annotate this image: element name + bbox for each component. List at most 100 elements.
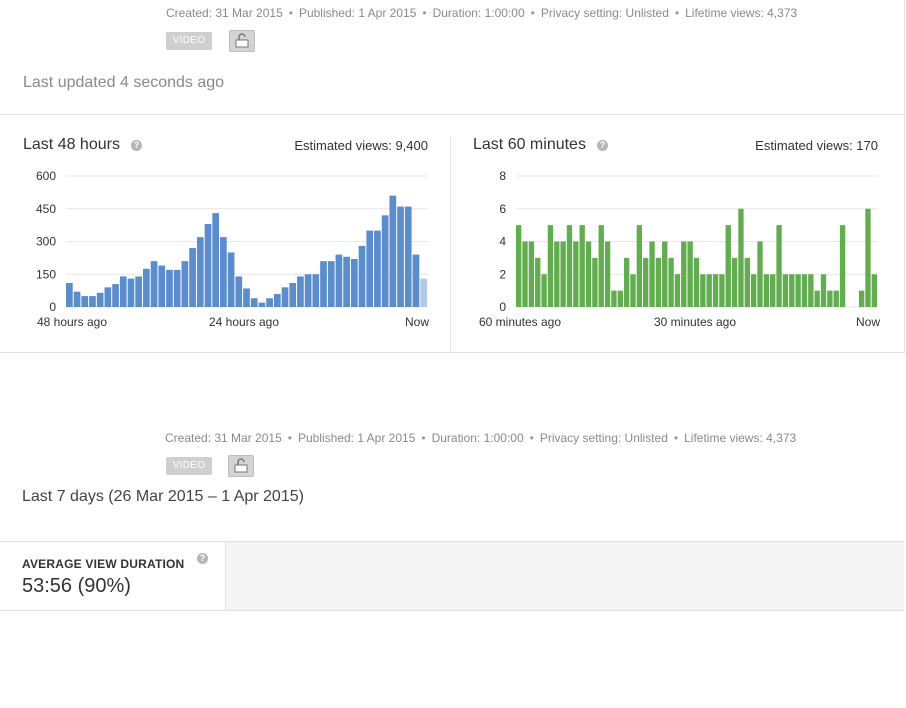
chart-bar[interactable] [630,274,636,307]
chart-bar[interactable] [127,278,135,307]
chart-bar[interactable] [273,293,281,307]
chart-bar[interactable] [579,225,585,307]
chart-bar[interactable] [528,241,535,308]
chart-bar[interactable] [763,274,770,307]
chart-bar[interactable] [687,241,693,308]
chart-bar[interactable] [757,241,763,308]
chart-bar[interactable] [73,291,81,307]
chart-bar[interactable] [865,208,871,307]
chart-bar[interactable] [776,225,782,307]
chart-bar[interactable] [585,241,592,308]
chart-bar[interactable] [320,261,327,307]
chart-bar[interactable] [858,290,865,307]
help-icon[interactable]: ? [197,553,208,564]
chart-bar[interactable] [304,274,312,307]
chart-bar[interactable] [173,269,181,307]
chart-bar[interactable] [744,257,750,307]
metric-card[interactable]: AVERAGE VIEW DURATION ? 53:56 (90%) [0,542,226,610]
chart-bar[interactable] [706,274,712,307]
chart-bar[interactable] [81,296,89,307]
privacy-lock-button[interactable] [229,30,255,52]
chart-bar[interactable] [782,274,789,307]
chart-bar[interactable] [166,269,173,307]
chart-bar[interactable] [181,261,189,307]
chart-bar[interactable] [343,256,350,307]
chart-bar[interactable] [814,290,820,307]
chart-bar[interactable] [522,241,528,308]
chart-bar[interactable] [312,274,320,307]
chart-bar[interactable] [617,290,623,307]
chart-bar[interactable] [420,278,427,307]
chart-bar[interactable] [196,237,204,307]
chart-bar[interactable] [66,282,73,307]
chart-bar[interactable] [350,258,358,307]
chart-bar[interactable] [516,225,522,307]
chart-bar[interactable] [235,276,243,307]
chart-bar[interactable] [119,276,127,307]
chart-bar[interactable] [158,265,166,307]
chart-bar[interactable] [554,241,560,308]
chart-bar[interactable] [297,276,304,307]
chart-bar[interactable] [636,225,643,307]
chart-bar[interactable] [662,241,668,308]
chart-bar[interactable] [750,274,757,307]
chart-bar[interactable] [212,213,220,307]
chart-bar[interactable] [89,296,96,307]
chart-bar[interactable] [227,252,235,307]
privacy-lock-button[interactable] [228,455,254,477]
help-icon[interactable]: ? [131,140,142,151]
chart-bar[interactable] [266,298,273,307]
chart-bar[interactable] [643,257,649,307]
chart-bar[interactable] [808,274,814,307]
chart-bar[interactable] [623,257,630,307]
chart-bar[interactable] [573,241,579,308]
chart-bar[interactable] [250,298,258,307]
chart-bar[interactable] [541,274,547,307]
chart-bar[interactable] [150,261,158,307]
chart-bar[interactable] [700,274,706,307]
chart-bar[interactable] [389,195,397,307]
chart-bar[interactable] [204,224,212,307]
chart-bar[interactable] [96,292,104,307]
chart-bar[interactable] [789,274,795,307]
chart-bar[interactable] [366,230,374,307]
chart-bar[interactable] [381,215,389,307]
chart-bar[interactable] [220,237,227,307]
chart-bar[interactable] [719,274,725,307]
chart-bar[interactable] [674,274,681,307]
chart-bar[interactable] [693,257,700,307]
chart-bar[interactable] [412,254,420,307]
chart-bar[interactable] [335,254,343,307]
chart-bar[interactable] [289,282,297,307]
chart-bar[interactable] [243,288,250,307]
chart-bar[interactable] [604,241,611,308]
chart-bar[interactable] [560,241,566,308]
chart-bar[interactable] [374,230,381,307]
chart-bar[interactable] [397,206,404,307]
chart-bar[interactable] [592,257,598,307]
chart-bar[interactable] [731,257,738,307]
chart-bar[interactable] [281,287,289,307]
chart-bar[interactable] [738,208,744,307]
chart-bar[interactable] [801,274,808,307]
chart-bar[interactable] [839,225,846,307]
chart-bar[interactable] [820,274,827,307]
chart-bar[interactable] [404,206,412,307]
chart-bar[interactable] [258,302,266,307]
help-icon[interactable]: ? [597,140,608,151]
chart-bar[interactable] [649,241,655,308]
chart-bar[interactable] [668,257,674,307]
chart-bar[interactable] [143,268,150,307]
chart-bar[interactable] [833,290,839,307]
chart-bar[interactable] [655,257,662,307]
chart-bar[interactable] [725,225,731,307]
chart-bar[interactable] [795,274,801,307]
chart-bar[interactable] [566,225,573,307]
chart-bar[interactable] [712,274,719,307]
chart-bar[interactable] [681,241,687,308]
chart-bar[interactable] [871,274,877,307]
chart-bar[interactable] [112,284,119,307]
chart-bar[interactable] [135,276,143,307]
chart-bar[interactable] [827,290,833,307]
chart-bar[interactable] [327,261,335,307]
